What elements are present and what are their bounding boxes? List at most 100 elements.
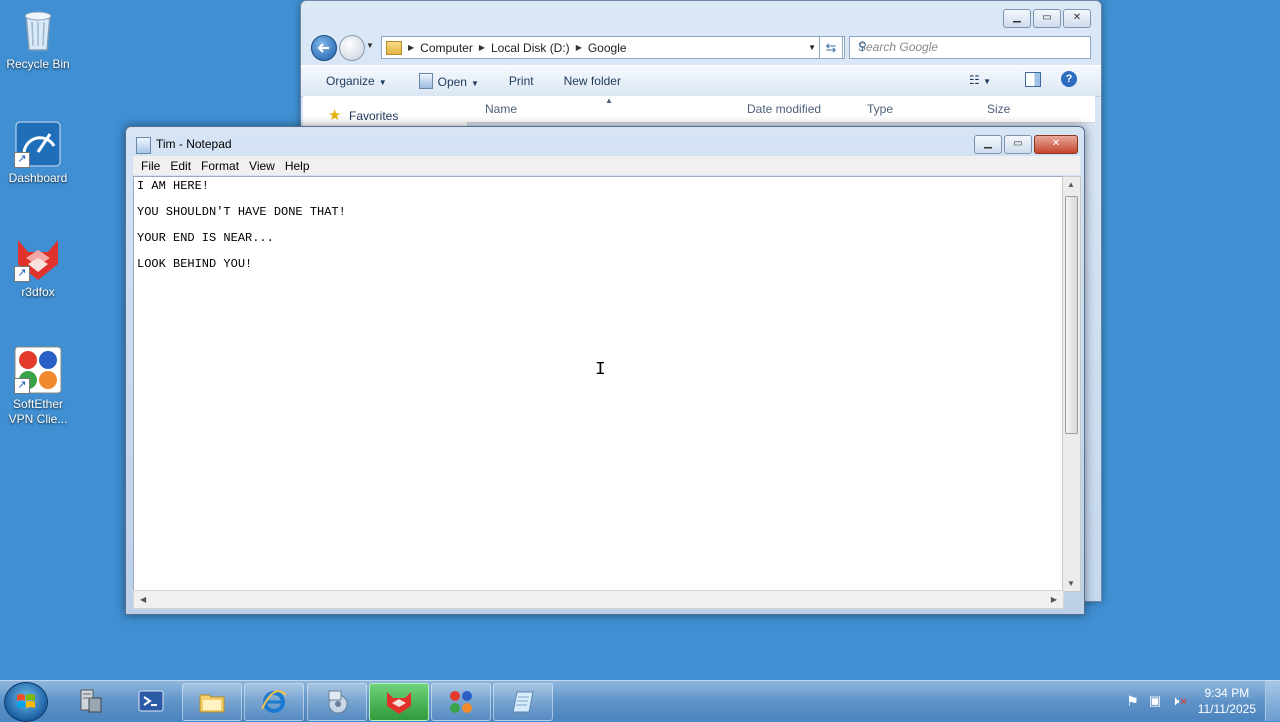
menu-format[interactable]: Format bbox=[201, 159, 239, 173]
help-icon[interactable]: ? bbox=[1061, 71, 1077, 87]
menu-edit[interactable]: Edit bbox=[170, 159, 191, 173]
chevron-down-icon: ▼ bbox=[470, 79, 479, 88]
organize-label: Organize bbox=[326, 74, 375, 88]
dashboard-icon: ↗ bbox=[14, 120, 62, 168]
recent-pages-dropdown[interactable]: ▼ bbox=[366, 41, 374, 50]
text-editor[interactable]: I AM HERE! YOU SHOULDN'T HAVE DONE THAT!… bbox=[133, 176, 1064, 592]
scroll-down-icon[interactable]: ▼ bbox=[1067, 579, 1075, 588]
column-size[interactable]: Size bbox=[987, 102, 1010, 116]
vertical-scrollbar[interactable]: ▲ ▼ bbox=[1062, 176, 1081, 592]
breadcrumb-computer[interactable]: Computer bbox=[420, 41, 473, 55]
action-center-flag-icon[interactable]: ⚑ bbox=[1126, 693, 1139, 710]
explorer-toolbar: Organize ▼ Open ▼ Print New folder ☷ ▼ ? bbox=[301, 65, 1101, 97]
notepad-icon bbox=[136, 137, 151, 154]
favorites-label: Favorites bbox=[349, 109, 399, 123]
address-bar[interactable]: ▶ Computer ▶ Local Disk (D:) ▶ Google ▼ bbox=[381, 36, 845, 59]
taskbar-softether[interactable] bbox=[431, 683, 491, 721]
column-name[interactable]: Name bbox=[485, 102, 517, 116]
explorer-window-controls: ▁ ▭ ✕ bbox=[1003, 9, 1091, 28]
organize-button[interactable]: Organize ▼ bbox=[326, 74, 387, 88]
search-input[interactable]: Search Google ⚲ bbox=[849, 36, 1091, 59]
horizontal-scrollbar[interactable]: ◀ ▶ bbox=[133, 590, 1064, 609]
network-icon[interactable]: ▣ bbox=[1149, 693, 1161, 709]
taskbar-windows-explorer[interactable] bbox=[182, 683, 242, 721]
volume-muted-icon[interactable]: 🕨✕ bbox=[1171, 693, 1188, 709]
favorites-item[interactable]: ★ Favorites bbox=[303, 96, 467, 126]
windows-logo-icon bbox=[17, 694, 35, 708]
close-button[interactable]: ✕ bbox=[1034, 135, 1078, 154]
notepad-icon bbox=[418, 73, 433, 89]
back-button[interactable] bbox=[311, 35, 337, 61]
refresh-button[interactable]: ⇆ bbox=[819, 36, 843, 59]
chevron-right-icon: ▶ bbox=[408, 43, 415, 52]
desktop-icon-label: Dashboard bbox=[8, 171, 68, 185]
text-line: YOUR END IS NEAR... bbox=[137, 231, 274, 245]
taskbar-media-player[interactable] bbox=[307, 683, 367, 721]
desktop-icon-dashboard[interactable]: ↗ Dashboard bbox=[0, 120, 76, 186]
menu-view[interactable]: View bbox=[249, 159, 275, 173]
desktop-icon-label: r3dfox bbox=[21, 285, 55, 299]
column-date-modified[interactable]: Date modified bbox=[747, 102, 821, 116]
close-button[interactable]: ✕ bbox=[1063, 9, 1091, 28]
breadcrumb-local-disk[interactable]: Local Disk (D:) bbox=[491, 41, 570, 55]
scroll-right-icon[interactable]: ▶ bbox=[1051, 595, 1057, 604]
clock[interactable]: 9:34 PM 11/11/2025 bbox=[1198, 685, 1256, 717]
scroll-left-icon[interactable]: ◀ bbox=[140, 595, 146, 604]
menu-bar: File Edit Format View Help bbox=[133, 156, 1080, 175]
taskbar-notepad[interactable] bbox=[493, 683, 553, 721]
desktop-icon-softether[interactable]: ↗ SoftEther VPN Clie... bbox=[0, 346, 76, 427]
views-button[interactable]: ☷ ▼ bbox=[969, 73, 991, 87]
forward-button[interactable] bbox=[339, 35, 365, 61]
folder-icon bbox=[199, 694, 225, 713]
preview-pane-button[interactable] bbox=[1025, 72, 1041, 87]
sort-arrow-icon: ▲ bbox=[605, 96, 613, 105]
refresh-icon: ⇆ bbox=[825, 40, 837, 55]
maximize-button[interactable]: ▭ bbox=[1004, 135, 1032, 154]
scrollbar-thumb[interactable] bbox=[1065, 196, 1078, 434]
server-manager-icon bbox=[80, 689, 102, 713]
folder-icon bbox=[386, 40, 402, 55]
show-desktop-button[interactable] bbox=[1265, 681, 1280, 721]
chevron-right-icon: ▶ bbox=[575, 43, 582, 52]
breadcrumb-google[interactable]: Google bbox=[588, 41, 627, 55]
media-player-icon bbox=[328, 690, 348, 714]
open-button[interactable]: Open ▼ bbox=[418, 73, 479, 89]
maximize-button[interactable]: ▭ bbox=[1033, 9, 1061, 28]
notepad-window-controls: ▁ ▭ ✕ bbox=[974, 135, 1078, 154]
taskbar-internet-explorer[interactable] bbox=[244, 683, 304, 721]
system-tray: ⚑ ▣ 🕨✕ 9:34 PM 11/11/2025 bbox=[1126, 681, 1256, 721]
menu-help[interactable]: Help bbox=[285, 159, 310, 173]
powershell-icon bbox=[138, 690, 164, 712]
softether-icon: ↗ bbox=[14, 346, 62, 394]
text-line: I AM HERE! bbox=[137, 179, 210, 193]
taskbar-r3dfox[interactable] bbox=[369, 683, 429, 721]
minimize-button[interactable]: ▁ bbox=[1003, 9, 1031, 28]
taskbar: ⚑ ▣ 🕨✕ 9:34 PM 11/11/2025 bbox=[0, 680, 1280, 722]
desktop-icon-label: Recycle Bin bbox=[6, 57, 70, 71]
taskbar-server-manager[interactable] bbox=[60, 683, 118, 719]
print-button[interactable]: Print bbox=[509, 74, 534, 88]
back-arrow-icon bbox=[317, 43, 329, 53]
scroll-up-icon[interactable]: ▲ bbox=[1067, 180, 1075, 189]
new-folder-button[interactable]: New folder bbox=[564, 74, 621, 88]
softether-icon bbox=[450, 691, 472, 713]
desktop-icon-label: SoftEther VPN Clie... bbox=[8, 397, 68, 426]
taskbar-powershell[interactable] bbox=[122, 683, 180, 719]
column-type[interactable]: Type bbox=[867, 102, 893, 116]
clock-time: 9:34 PM bbox=[1204, 686, 1250, 700]
menu-file[interactable]: File bbox=[141, 159, 160, 173]
star-icon: ★ bbox=[328, 107, 342, 124]
search-icon: ⚲ bbox=[858, 39, 867, 53]
minimize-button[interactable]: ▁ bbox=[974, 135, 1002, 154]
notepad-icon bbox=[512, 691, 534, 713]
text-line: YOU SHOULDN'T HAVE DONE THAT! bbox=[137, 205, 346, 219]
r3dfox-icon: ↗ bbox=[14, 234, 62, 282]
text-cursor-icon: I bbox=[595, 360, 606, 380]
window-title: Tim - Notepad bbox=[156, 137, 232, 151]
desktop-icon-recycle-bin[interactable]: Recycle Bin bbox=[0, 6, 76, 72]
r3dfox-icon bbox=[387, 692, 411, 714]
start-button[interactable] bbox=[4, 682, 48, 722]
address-dropdown-icon[interactable]: ▼ bbox=[808, 43, 816, 52]
desktop-icon-r3dfox[interactable]: ↗ r3dfox bbox=[0, 234, 76, 300]
recycle-bin-icon bbox=[14, 6, 62, 54]
